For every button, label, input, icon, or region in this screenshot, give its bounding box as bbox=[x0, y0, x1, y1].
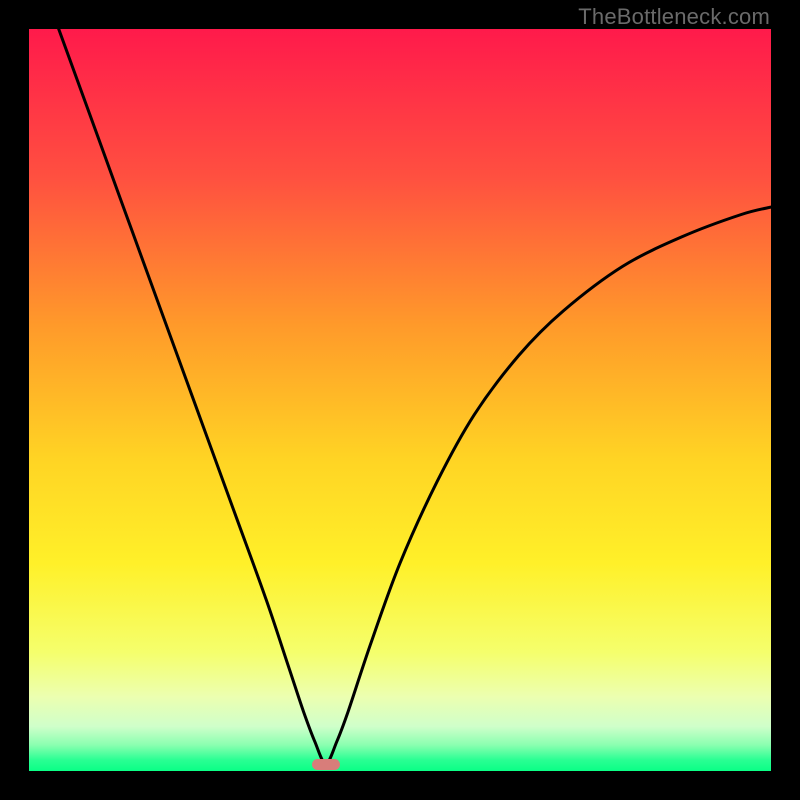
bottleneck-curve-path bbox=[59, 29, 771, 764]
chart-frame: TheBottleneck.com bbox=[0, 0, 800, 800]
curve-layer bbox=[29, 29, 771, 771]
minimum-indicator bbox=[312, 759, 340, 770]
watermark-text: TheBottleneck.com bbox=[578, 4, 770, 30]
plot-area bbox=[29, 29, 771, 771]
